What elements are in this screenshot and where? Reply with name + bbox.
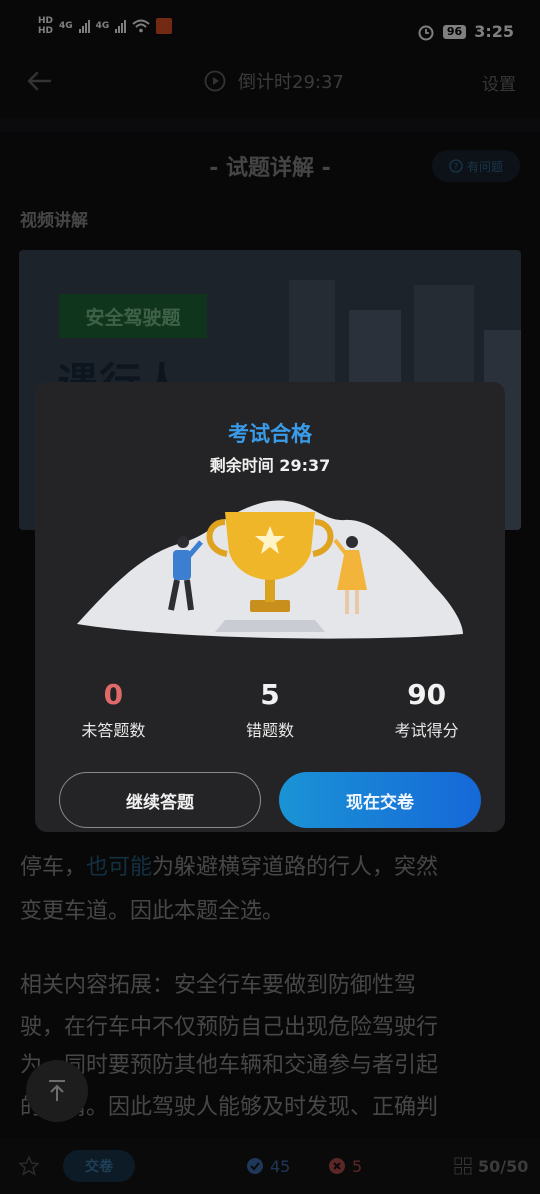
stat-label: 考试得分 [394, 721, 459, 740]
stat-value: 5 [260, 678, 280, 711]
trophy-illustration [77, 500, 463, 639]
stat-score: 90 考试得分 [348, 678, 505, 741]
stat-label: 错题数 [246, 721, 295, 740]
stat-wrong: 5 错题数 [192, 678, 349, 741]
stat-unanswered: 0 未答题数 [35, 678, 192, 741]
stat-value: 90 [407, 678, 447, 711]
submit-now-button[interactable]: 现在交卷 [279, 772, 481, 828]
remaining-time: 剩余时间 29:37 [209, 456, 331, 475]
exam-screen: HD HD 4G 4G 96 3:25 倒计时29:37 设置 - 试题详解 -… [0, 0, 540, 1194]
result-title: 考试合格 [228, 422, 312, 446]
result-stats: 0 未答题数 5 错题数 90 考试得分 [35, 678, 505, 741]
stat-value: 0 [103, 678, 124, 711]
exam-result-dialog: 考试合格 剩余时间 29:37 0 未答题数 5 错题数 90 考试得分 继续答… [35, 382, 505, 832]
continue-answering-button[interactable]: 继续答题 [59, 772, 261, 828]
stat-label: 未答题数 [81, 721, 146, 740]
